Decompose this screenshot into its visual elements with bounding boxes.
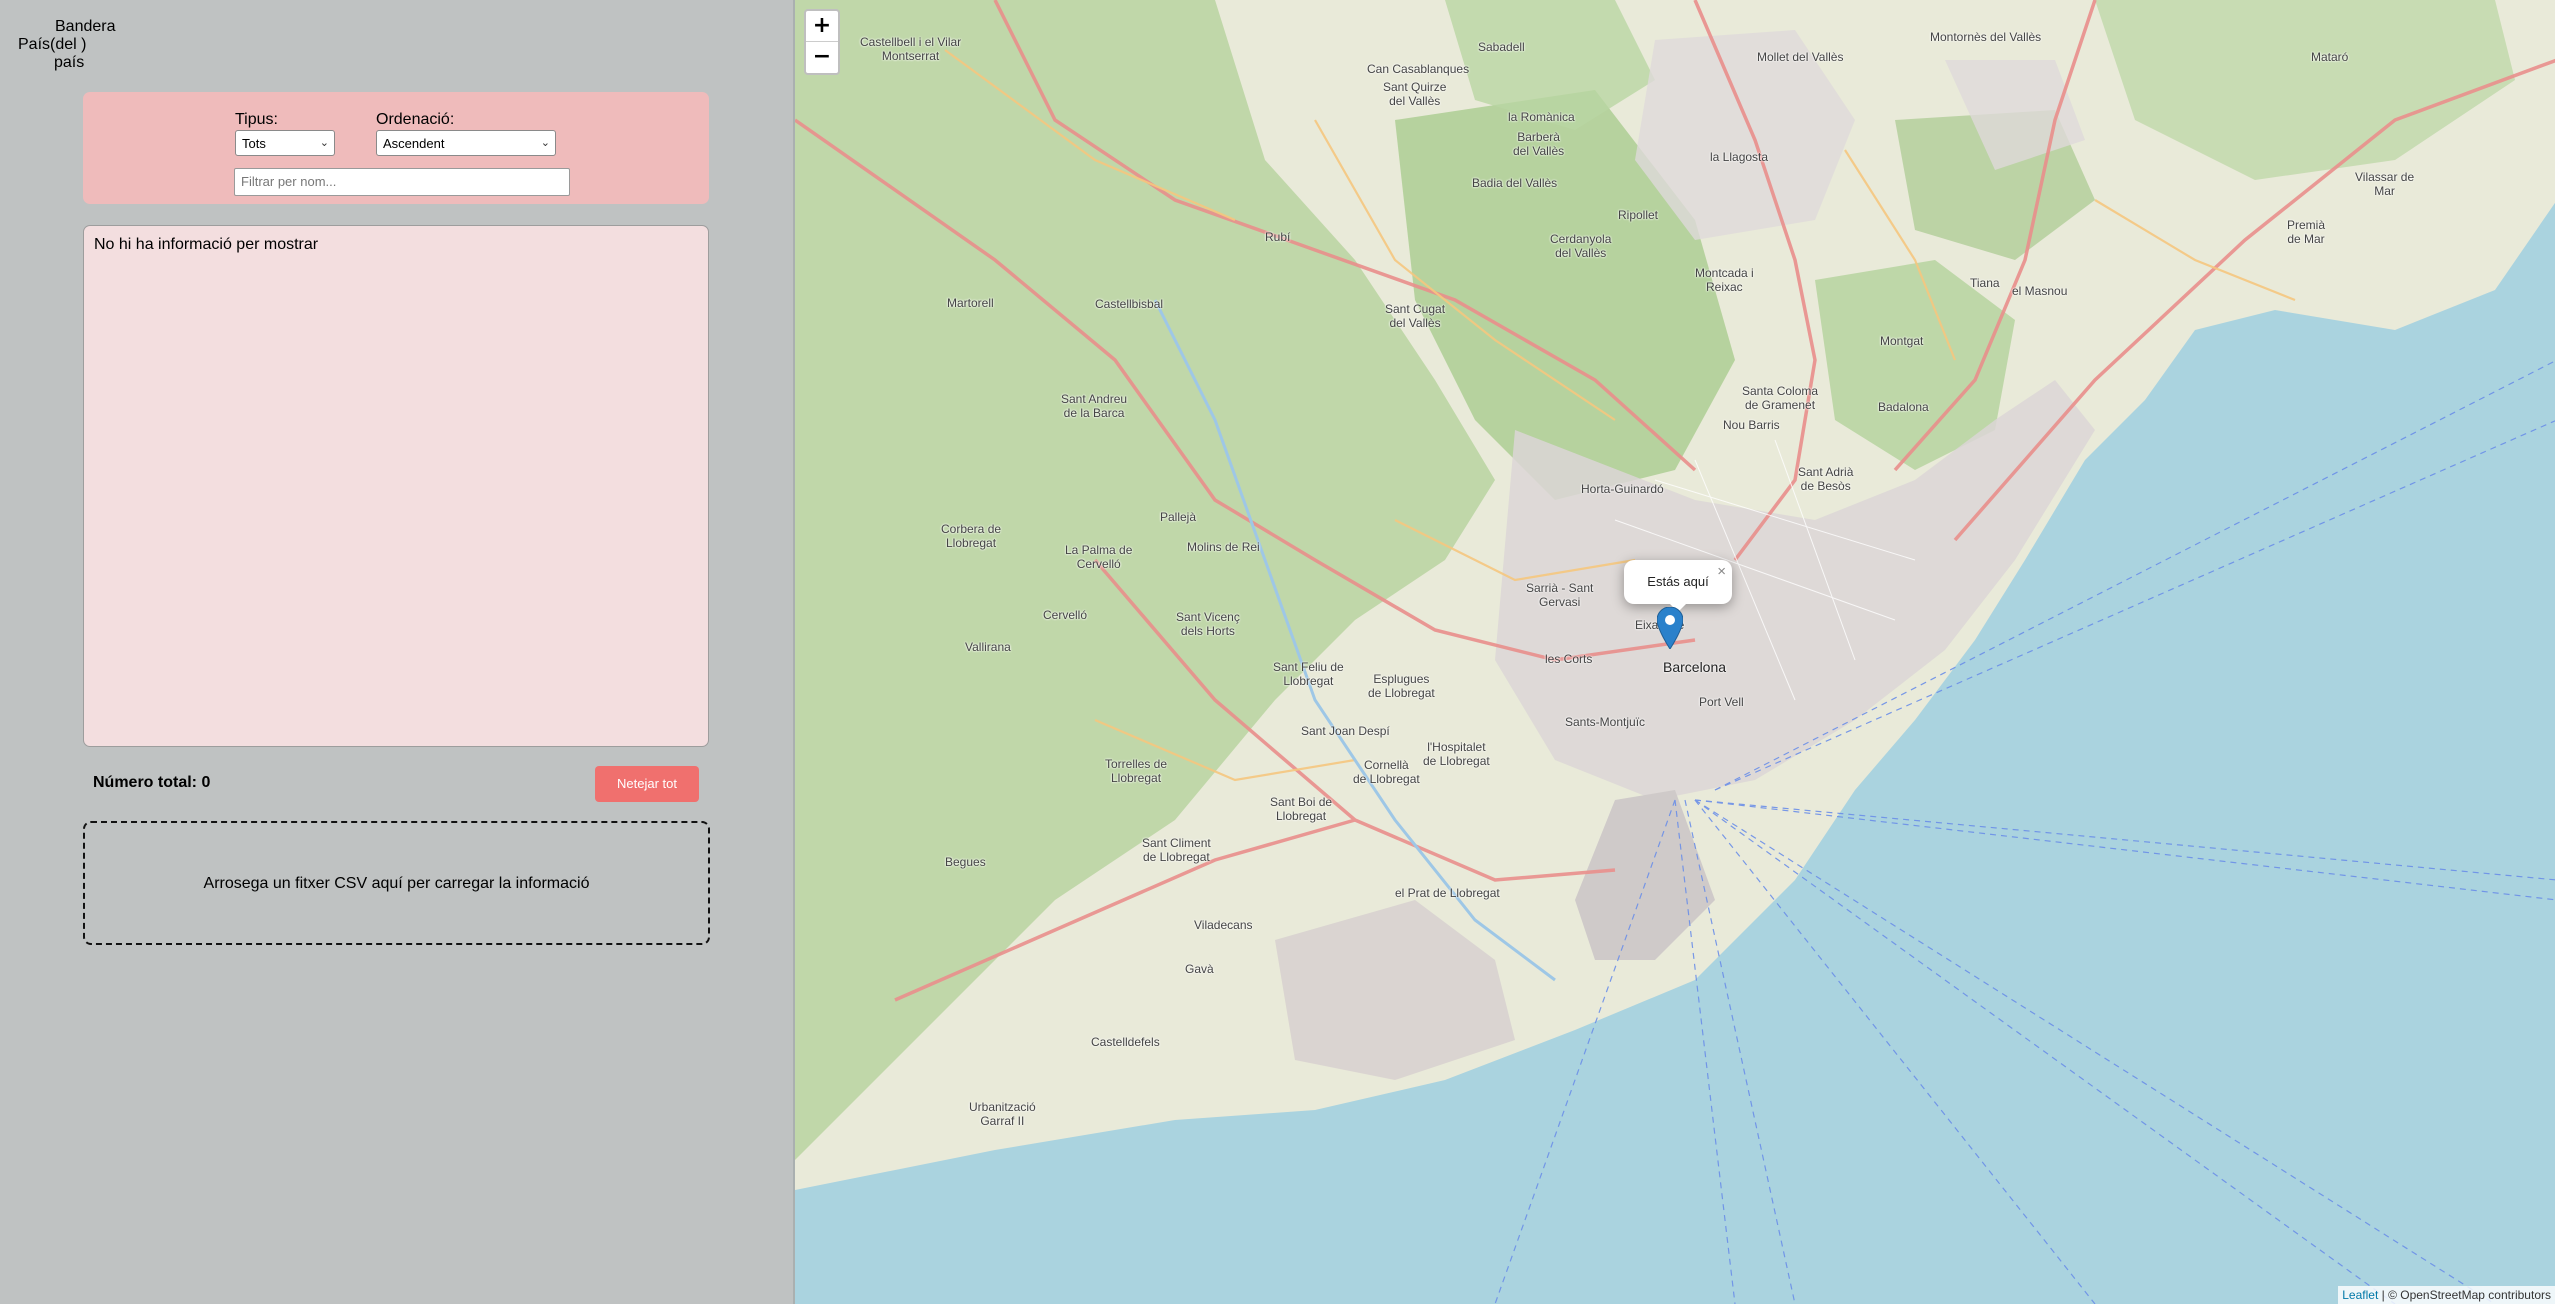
map-label: Vallirana <box>965 640 1011 654</box>
filters-panel: Tipus: Tots ⌄ Ordenació: Ascendent ⌄ Fil… <box>83 92 709 204</box>
map-label: Sant Climent de Llobregat <box>1142 836 1211 864</box>
map-label: Sant Vicenç dels Horts <box>1176 610 1240 638</box>
map-label: Badia del Vallès <box>1472 176 1558 190</box>
map-label: Cervelló <box>1043 608 1088 622</box>
map-label: la Romànica <box>1508 110 1575 124</box>
type-label: Tipus: <box>235 111 278 128</box>
type-select[interactable]: Tots ⌄ <box>235 130 335 156</box>
order-select[interactable]: Ascendent ⌄ <box>376 130 556 156</box>
map-label: Horta-Guinardó <box>1581 482 1664 496</box>
map-label: Sant Boi de Llobregat <box>1270 795 1333 823</box>
map-label: Cornellà de Llobregat <box>1353 758 1420 786</box>
map[interactable]: Castellbell i el Vilar Montserrat Sabade… <box>793 0 2555 1304</box>
map-tiles <box>795 0 2555 1304</box>
map-label: l'Hospitalet de Llobregat <box>1423 740 1490 768</box>
map-label: Torrelles de Llobregat <box>1105 757 1168 785</box>
zoom-control: + − <box>804 9 840 75</box>
map-label: Sant Quirze del Vallès <box>1383 80 1447 108</box>
clear-all-button[interactable]: Netejar tot <box>595 766 699 802</box>
map-label: Port Vell <box>1699 695 1744 709</box>
map-label: Gavà <box>1185 962 1214 976</box>
map-attribution: Leaflet | © OpenStreetMap contributors <box>2338 1286 2555 1304</box>
popup-close-button[interactable]: × <box>1717 563 1726 580</box>
map-label: Castellbell i el Vilar Montserrat <box>860 35 962 63</box>
order-select-value: Ascendent <box>383 136 445 151</box>
map-label: Sant Andreu de la Barca <box>1061 392 1128 420</box>
total-count: Número total: 0 <box>93 774 211 791</box>
map-label: La Palma de Cervelló <box>1065 543 1133 571</box>
header-flag-label: Bandera <box>55 18 116 35</box>
map-label: Urbanització Garraf II <box>969 1100 1036 1128</box>
map-label: Vilassar de Mar <box>2355 170 2415 198</box>
empty-message: No hi ha informació per mostrar <box>94 236 319 253</box>
map-label: Can Casablanques <box>1367 62 1470 76</box>
map-label: Rubí <box>1265 230 1291 244</box>
order-label: Ordenació: <box>376 111 455 128</box>
map-label: Barcelona <box>1663 659 1727 675</box>
map-label: Mollet del Vallès <box>1757 50 1844 64</box>
map-label: Castelldefels <box>1091 1035 1160 1049</box>
map-label: Montgat <box>1880 334 1924 348</box>
results-list: No hi ha informació per mostrar <box>83 225 709 747</box>
side-panel: Bandera País(del ) país Tipus: Tots ⌄ Or… <box>0 0 793 1304</box>
name-filter-input[interactable]: Filtrar per nom... <box>234 168 570 196</box>
map-label: Premià de Mar <box>2287 218 2326 246</box>
map-label: Sarrià - Sant Gervasi <box>1526 581 1594 609</box>
map-pin-icon[interactable] <box>1657 607 1683 649</box>
map-label: Sants-Montjuïc <box>1565 715 1646 729</box>
map-label: Barberà del Vallès <box>1513 130 1565 158</box>
type-select-value: Tots <box>242 136 266 151</box>
popup-text: Estás aquí <box>1647 574 1709 589</box>
zoom-in-button[interactable]: + <box>806 11 838 42</box>
header-country-sub-label: país <box>54 54 85 71</box>
map-label: Ripollet <box>1618 208 1659 222</box>
map-label: Castellbisbal <box>1095 297 1164 311</box>
map-label: el Prat de Llobregat <box>1395 886 1500 900</box>
map-label: Montcada i Reixac <box>1695 266 1754 294</box>
map-label: Santa Coloma de Gramenet <box>1742 384 1819 412</box>
map-label: Sant Feliu de Llobregat <box>1273 660 1344 688</box>
map-label: la Llagosta <box>1710 150 1769 164</box>
map-label: el Masnou <box>2012 284 2068 298</box>
map-label: Esplugues de Llobregat <box>1368 672 1435 700</box>
map-label: Pallejà <box>1160 510 1197 524</box>
map-label: Badalona <box>1878 400 1929 414</box>
map-label: Tiana <box>1970 276 2000 290</box>
map-label: Viladecans <box>1194 918 1253 932</box>
map-label: Sant Cugat del Vallès <box>1385 302 1446 330</box>
map-label: Sabadell <box>1478 40 1525 54</box>
map-label: Mataró <box>2311 50 2349 64</box>
map-label: Martorell <box>947 296 994 310</box>
map-label: Sant Joan Despí <box>1301 724 1390 738</box>
location-popup: Estás aquí × <box>1624 560 1732 612</box>
header-country-label: País(del ) <box>18 36 87 53</box>
map-label: Begues <box>945 855 986 869</box>
map-label: Sant Adrià de Besòs <box>1798 465 1854 493</box>
attribution-text: | © OpenStreetMap contributors <box>2378 1288 2551 1302</box>
map-label: Corbera de Llobregat <box>941 522 1002 550</box>
dropzone-text: Arrosega un fitxer CSV aquí per carregar… <box>203 875 590 892</box>
chevron-down-icon: ⌄ <box>319 137 329 149</box>
csv-dropzone[interactable]: Arrosega un fitxer CSV aquí per carregar… <box>83 821 710 945</box>
zoom-out-button[interactable]: − <box>806 42 838 72</box>
map-label: Montornès del Vallès <box>1930 30 2042 44</box>
map-label: Nou Barris <box>1723 418 1780 432</box>
chevron-down-icon: ⌄ <box>540 137 550 149</box>
map-label: les Corts <box>1545 652 1593 666</box>
map-label: Molins de Rei <box>1187 540 1260 554</box>
leaflet-link[interactable]: Leaflet <box>2342 1288 2378 1302</box>
map-label: Cerdanyola del Vallès <box>1550 232 1612 260</box>
